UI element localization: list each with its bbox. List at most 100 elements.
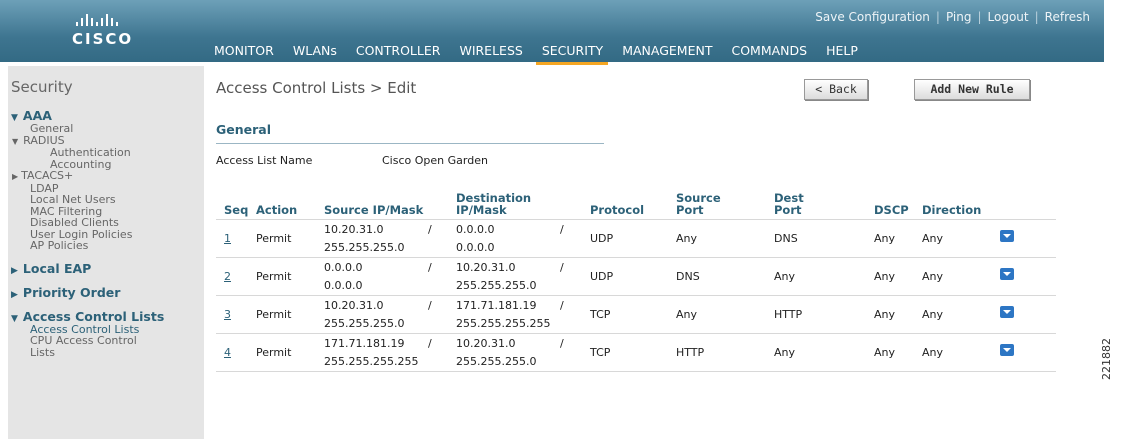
sidebar-section-local-eap[interactable]: ▶ Local EAP: [8, 261, 204, 276]
dest-port-cell: HTTP: [774, 295, 874, 334]
col-source-port: Source Port: [676, 191, 721, 217]
dropdown-arrow-icon[interactable]: [1000, 229, 1014, 242]
separator: |: [977, 10, 982, 24]
protocol-cell: UDP: [590, 219, 676, 258]
cisco-bridge-icon: [76, 12, 162, 26]
rule-seq-link[interactable]: 2: [216, 270, 231, 283]
rule-seq-link[interactable]: 1: [216, 232, 231, 245]
col-direction: Direction: [922, 203, 982, 217]
action-cell: Permit: [256, 333, 324, 372]
dscp-cell: Any: [874, 295, 922, 334]
col-protocol: Protocol: [590, 203, 645, 217]
nav-management[interactable]: MANAGEMENT: [622, 42, 721, 62]
action-cell: Permit: [256, 295, 324, 334]
sidebar-item-cpu-access-control-lists[interactable]: CPU Access Control Lists: [8, 335, 204, 358]
table-header-row: Seq Action Source IP/Mask Destination IP/…: [216, 192, 1056, 220]
table-row: 3 Permit 10.20.31.0 255.255.255.0/ 171.71…: [216, 295, 1056, 334]
divider: [216, 143, 604, 144]
seq-cell: 1: [216, 219, 256, 258]
rule-seq-link[interactable]: 3: [216, 308, 231, 321]
menu-cell: [996, 333, 1056, 372]
acl-rules-table: Seq Action Source IP/Mask Destination IP/…: [216, 192, 1056, 372]
nav-monitor[interactable]: MONITOR: [214, 42, 283, 62]
col-seq: Seq: [224, 203, 249, 217]
col-action: Action: [256, 203, 298, 217]
sidebar-item-authentication[interactable]: Authentication: [8, 147, 204, 159]
protocol-cell: TCP: [590, 295, 676, 334]
col-dest-port: Dest Port: [774, 191, 804, 217]
figure-id: 221882: [1100, 338, 1113, 380]
dest-port-cell: Any: [774, 333, 874, 372]
dest-port-cell: Any: [774, 257, 874, 296]
destination-ip-mask-cell: 0.0.0.0 0.0.0.0/: [456, 219, 590, 258]
utility-links: Save Configuration | Ping | Logout | Ref…: [815, 10, 1090, 24]
col-source-ip-mask: Source IP/Mask: [324, 203, 424, 217]
logout-link[interactable]: Logout: [988, 10, 1029, 24]
sidebar: Security ▼ AAA General ▼ RADIUS Authentica…: [8, 66, 204, 439]
direction-cell: Any: [922, 295, 996, 334]
save-configuration-link[interactable]: Save Configuration: [815, 10, 930, 24]
nav-wlans[interactable]: WLANs: [293, 42, 346, 62]
direction-cell: Any: [922, 333, 996, 372]
triangle-right-icon: ▶: [11, 289, 18, 300]
table-row: 4 Permit 171.71.181.19 255.255.255.255/ 1…: [216, 333, 1056, 372]
dscp-cell: Any: [874, 219, 922, 258]
direction-cell: Any: [922, 219, 996, 258]
col-destination-ip-mask: Destination IP/Mask: [456, 191, 532, 217]
refresh-link[interactable]: Refresh: [1045, 10, 1090, 24]
access-list-name-label: Access List Name: [216, 154, 313, 167]
sidebar-section-access-control-lists[interactable]: ▼ Access Control Lists: [8, 309, 204, 324]
destination-ip-mask-cell: 171.71.181.19 255.255.255.255/: [456, 295, 590, 334]
dscp-cell: Any: [874, 333, 922, 372]
sidebar-section-aaa[interactable]: ▼ AAA: [8, 108, 204, 123]
sidebar-item-disabled-clients[interactable]: Disabled Clients: [8, 217, 204, 229]
nav-help[interactable]: HELP: [826, 42, 867, 62]
separator: |: [1034, 10, 1039, 24]
nav-controller[interactable]: CONTROLLER: [356, 42, 450, 62]
nav-wireless[interactable]: WIRELESS: [459, 42, 531, 62]
cisco-logo: CISCO: [72, 12, 162, 48]
destination-ip-mask-cell: 10.20.31.0 255.255.255.0/: [456, 333, 590, 372]
dropdown-arrow-icon[interactable]: [1000, 305, 1014, 318]
triangle-right-icon: ▶: [11, 265, 18, 276]
col-menu: [996, 192, 1056, 220]
nav-security[interactable]: SECURITY: [535, 42, 612, 65]
source-ip-mask-cell: 10.20.31.0 255.255.255.0/: [324, 219, 456, 258]
rule-seq-link[interactable]: 4: [216, 346, 231, 359]
col-dscp: DSCP: [874, 203, 909, 217]
source-port-cell: Any: [676, 295, 774, 334]
sidebar-item-local-net-users[interactable]: Local Net Users: [8, 194, 204, 206]
sidebar-item-tacacs[interactable]: ▶ TACACS+: [8, 170, 204, 183]
sidebar-menu: ▼ AAA General ▼ RADIUS Authentication Acco…: [8, 108, 204, 358]
top-header-bar: CISCO Save Configuration | Ping | Logout…: [0, 0, 1104, 65]
source-ip-mask-cell: 171.71.181.19 255.255.255.255/: [324, 333, 456, 372]
cisco-logo-text: CISCO: [72, 30, 134, 48]
sidebar-item-ap-policies[interactable]: AP Policies: [8, 240, 204, 252]
sidebar-section-priority-order[interactable]: ▶ Priority Order: [8, 285, 204, 300]
protocol-cell: TCP: [590, 333, 676, 372]
dest-port-cell: DNS: [774, 219, 874, 258]
protocol-cell: UDP: [590, 257, 676, 296]
add-new-rule-button[interactable]: Add New Rule: [914, 79, 1030, 100]
direction-cell: Any: [922, 257, 996, 296]
sidebar-title: Security: [11, 78, 73, 96]
menu-cell: [996, 257, 1056, 296]
action-cell: Permit: [256, 219, 324, 258]
dropdown-arrow-icon[interactable]: [1000, 267, 1014, 280]
seq-cell: 2: [216, 257, 256, 296]
menu-cell: [996, 295, 1056, 334]
triangle-down-icon: ▼: [12, 136, 19, 146]
main-nav: MONITOR WLANs CONTROLLER WIRELESS SECURI…: [214, 42, 877, 65]
ping-link[interactable]: Ping: [946, 10, 972, 24]
source-port-cell: Any: [676, 219, 774, 258]
source-ip-mask-cell: 0.0.0.0 0.0.0.0/: [324, 257, 456, 296]
triangle-down-icon: ▼: [11, 313, 18, 324]
menu-cell: [996, 219, 1056, 258]
dropdown-arrow-icon[interactable]: [1000, 343, 1014, 356]
back-button[interactable]: < Back: [804, 79, 868, 100]
source-port-cell: HTTP: [676, 333, 774, 372]
seq-cell: 3: [216, 295, 256, 334]
page-title: Access Control Lists > Edit: [216, 79, 417, 97]
triangle-down-icon: ▼: [11, 113, 18, 123]
nav-commands[interactable]: COMMANDS: [731, 42, 816, 62]
